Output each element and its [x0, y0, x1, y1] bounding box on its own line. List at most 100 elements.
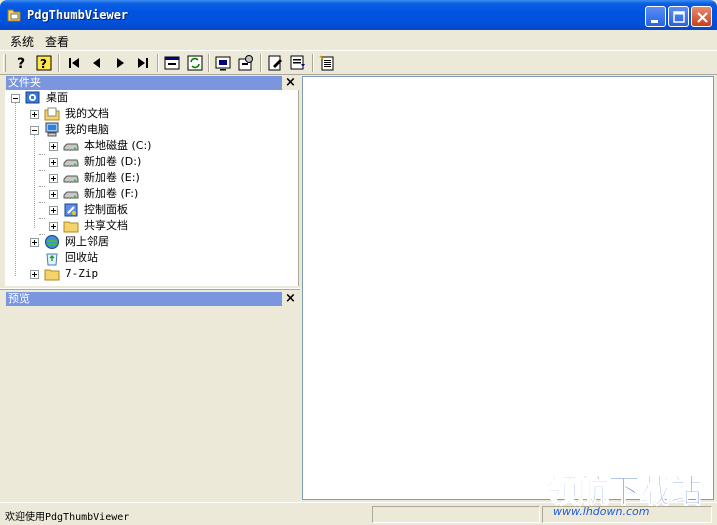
- expand-toggle[interactable]: [30, 270, 39, 279]
- tree-item-drive-f[interactable]: 新加卷 (F:): [5, 186, 295, 202]
- tree-item-label: 控制面板: [84, 203, 128, 216]
- menu-view[interactable]: 查看: [45, 33, 69, 50]
- network-icon: [45, 235, 59, 249]
- first-page-button[interactable]: [65, 54, 83, 72]
- previous-page-icon: [93, 58, 100, 68]
- close-button[interactable]: [691, 6, 712, 27]
- tree-item-recycle-bin[interactable]: 回收站: [5, 250, 295, 266]
- preview-panel-close-button[interactable]: ×: [285, 292, 296, 306]
- display-icon: [215, 56, 231, 71]
- tree-item-label: 新加卷 (F:): [84, 187, 139, 200]
- expand-toggle[interactable]: [49, 190, 58, 199]
- settings-button[interactable]: [237, 54, 255, 72]
- control-panel-icon: [64, 203, 78, 217]
- expand-toggle[interactable]: [49, 222, 58, 231]
- collapse-toggle[interactable]: [30, 126, 39, 135]
- desktop-icon: [25, 91, 40, 104]
- tree-item-shared-documents[interactable]: 共享文档: [5, 218, 295, 234]
- maximize-icon: [673, 11, 685, 23]
- tree-item-drive-c[interactable]: 本地磁盘 (C:): [5, 138, 295, 154]
- app-icon: [7, 9, 21, 22]
- refresh-button[interactable]: [186, 54, 204, 72]
- edit-button[interactable]: [266, 54, 284, 72]
- tree-item-label: 我的电脑: [65, 123, 109, 136]
- computer-icon: [45, 122, 59, 137]
- menu-bar: 系统 查看: [0, 30, 717, 50]
- edit-icon: [268, 55, 282, 71]
- help-button[interactable]: ?: [13, 54, 31, 72]
- tree-item-label: 新加卷 (E:): [84, 171, 140, 184]
- tree-item-label: 网上邻居: [65, 235, 109, 248]
- about-icon: ?: [36, 55, 52, 71]
- title-bar[interactable]: PdgThumbViewer: [0, 0, 717, 30]
- about-button[interactable]: ?: [35, 54, 53, 72]
- drive-icon: [63, 175, 79, 183]
- tree-item-7zip[interactable]: 7-Zip: [5, 266, 295, 282]
- expand-toggle[interactable]: [30, 238, 39, 247]
- maximize-button[interactable]: [668, 6, 689, 27]
- watermark-url: www.lhdown.com: [553, 505, 650, 518]
- tree-item-label: 桌面: [46, 91, 68, 104]
- toolbar-separator: [260, 54, 262, 72]
- expand-toggle[interactable]: [49, 174, 58, 183]
- documents-folder-icon: [44, 107, 60, 121]
- thumbnail-view[interactable]: [302, 76, 714, 500]
- help-icon: ?: [17, 56, 25, 72]
- folders-panel-header: 文件夹: [6, 76, 282, 90]
- close-icon: [697, 12, 708, 23]
- collapse-toggle[interactable]: [11, 94, 20, 103]
- minimize-icon: [651, 20, 658, 23]
- folders-panel-close-button[interactable]: ×: [285, 76, 296, 90]
- tree-item-label: 回收站: [65, 251, 98, 264]
- last-page-button[interactable]: [134, 54, 152, 72]
- folder-tree[interactable]: 桌面 我的文档 我的电脑 本地磁盘 (C:) 新加卷 (D:) 新加卷 (E:)…: [5, 90, 299, 286]
- tree-item-my-documents[interactable]: 我的文档: [5, 106, 295, 122]
- refresh-icon: [187, 55, 203, 71]
- tree-item-desktop[interactable]: 桌面: [5, 90, 295, 106]
- expand-toggle[interactable]: [30, 110, 39, 119]
- expand-toggle[interactable]: [49, 206, 58, 215]
- toolbar-separator: [208, 54, 210, 72]
- document-button[interactable]: [318, 54, 336, 72]
- first-page-icon: [69, 58, 79, 68]
- drive-icon: [63, 159, 79, 167]
- last-page-icon: [138, 58, 148, 68]
- export-button[interactable]: [289, 54, 307, 72]
- tree-item-label: 共享文档: [84, 219, 128, 232]
- panel-splitter[interactable]: [0, 288, 300, 290]
- status-message: 欢迎使用PdgThumbViewer: [5, 512, 130, 523]
- window-icon: [164, 56, 180, 70]
- toolbar-separator: [312, 54, 314, 72]
- status-pane: [372, 506, 540, 523]
- minimize-button[interactable]: [645, 6, 666, 27]
- svg-text:?: ?: [40, 57, 47, 71]
- window-button[interactable]: [163, 54, 181, 72]
- svg-text:?: ?: [17, 56, 25, 72]
- tree-item-label: 7-Zip: [65, 267, 99, 280]
- toolbar-separator: [157, 54, 159, 72]
- tree-item-label: 我的文档: [65, 107, 109, 120]
- preview-area: [5, 306, 299, 501]
- settings-icon: [238, 55, 253, 71]
- window-title: PdgThumbViewer: [27, 8, 129, 22]
- tree-item-drive-d[interactable]: 新加卷 (D:): [5, 154, 295, 170]
- tree-item-my-computer[interactable]: 我的电脑: [5, 122, 295, 138]
- toolbar-grip[interactable]: [3, 54, 6, 72]
- tree-item-drive-e[interactable]: 新加卷 (E:): [5, 170, 295, 186]
- tree-item-network[interactable]: 网上邻居: [5, 234, 295, 250]
- tree-item-label: 新加卷 (D:): [84, 155, 142, 168]
- toolbar-separator: [58, 54, 60, 72]
- expand-toggle[interactable]: [49, 158, 58, 167]
- preview-panel-header: 预览: [6, 292, 282, 306]
- display-button[interactable]: [214, 54, 232, 72]
- expand-toggle[interactable]: [49, 142, 58, 151]
- previous-page-button[interactable]: [88, 54, 106, 72]
- folder-icon: [44, 269, 60, 281]
- next-page-button[interactable]: [111, 54, 129, 72]
- menu-system[interactable]: 系统: [10, 33, 34, 50]
- tree-item-label: 本地磁盘 (C:): [84, 139, 152, 152]
- drive-icon: [63, 191, 79, 199]
- recycle-bin-icon: [46, 253, 58, 266]
- export-icon: [290, 55, 305, 70]
- tree-item-control-panel[interactable]: 控制面板: [5, 202, 295, 218]
